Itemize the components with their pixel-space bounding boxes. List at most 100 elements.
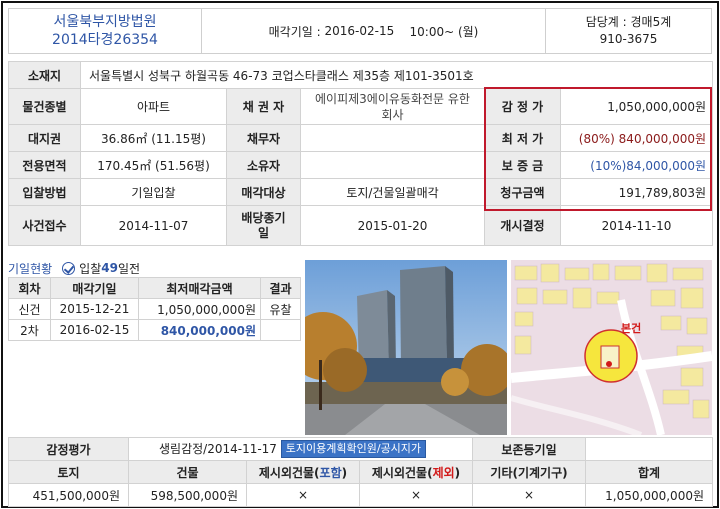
appraisal-agency-label: 감정평가 xyxy=(8,437,129,461)
history-date: 2016-02-15 xyxy=(50,319,139,341)
map-image: 본건 xyxy=(511,260,712,435)
location-map[interactable]: 본건 xyxy=(511,260,712,435)
building-header: 건물 xyxy=(128,460,247,484)
history-header-round: 회차 xyxy=(8,277,51,299)
sale-time: 10:00~ (월) xyxy=(409,24,479,39)
history-header-price: 최저매각금액 xyxy=(138,277,261,299)
min-price-percent: (80%) xyxy=(578,131,615,146)
land-label: 대지권 xyxy=(8,124,81,152)
type-value: 아파트 xyxy=(80,88,227,125)
building-photo-image xyxy=(305,260,507,435)
ext-exc-post: ) xyxy=(454,465,461,480)
check-circle-icon xyxy=(62,261,76,275)
deposit-label: 보 증 금 xyxy=(484,151,561,179)
dividend-value: 2015-01-20 xyxy=(300,205,485,246)
creditor-label: 채 권 자 xyxy=(226,88,301,125)
map-marker-label: 본건 xyxy=(621,321,641,335)
creditor-value: 에이피제3에이유동화전문 유한 회사 xyxy=(300,88,485,125)
claim-value: 191,789,803원 xyxy=(559,178,714,206)
history-result xyxy=(260,319,301,341)
table-row: 신건 2015-12-21 1,050,000,000원 유찰 xyxy=(8,298,301,320)
ext-inc-post: ) xyxy=(341,465,348,480)
ext-exc-pre: 제시외건물( xyxy=(371,465,433,480)
ext-inc-pre: 제시외건물( xyxy=(258,465,320,480)
deposit-value: (10%)84,000,000원 xyxy=(559,151,714,179)
debtor-label: 채무자 xyxy=(226,124,301,152)
sale-date-cell: 매각기일 : 2016-02-15 10:00~ (월) xyxy=(202,9,546,53)
debtor-value xyxy=(300,124,485,152)
other-header: 기타(기계기구) xyxy=(472,460,587,484)
history-round: 2차 xyxy=(8,319,51,341)
court-info: 서울북부지방법원 2014타경26354 xyxy=(9,9,202,53)
property-info-table: 소재지 서울특별시 성북구 하월곡동 46-73 코업스타클래스 제35층 제1… xyxy=(8,61,714,246)
history-price: 1,050,000,000원 xyxy=(138,298,261,320)
case-number: 2014타경26354 xyxy=(52,32,158,48)
days-suffix: 일전 xyxy=(117,261,141,276)
area-value: 170.45㎡ (51.56평) xyxy=(80,151,227,179)
history-result: 유찰 xyxy=(260,298,301,320)
land-value-cell: 451,500,000원 xyxy=(8,483,129,507)
address-label: 소재지 xyxy=(8,61,81,89)
history-date: 2015-12-21 xyxy=(50,298,139,320)
min-price-label: 최 저 가 xyxy=(484,124,561,152)
property-photo[interactable] xyxy=(305,260,507,435)
appraisal-value: 1,050,000,000원 xyxy=(559,88,714,125)
target-label: 매각대상 xyxy=(226,178,301,206)
start-value: 2014-11-10 xyxy=(559,205,714,246)
appraisal-agency-cell: 생림감정/2014-11-17 토지이용계획확인원/공시지가 xyxy=(127,437,474,461)
land-value: 36.86㎡ (11.15평) xyxy=(80,124,227,152)
history-price: 840,000,000원 xyxy=(138,319,261,341)
dept-name: 담당계 : 경매5계 xyxy=(585,15,672,29)
target-value: 토지/건물일괄매각 xyxy=(300,178,485,206)
appraisal-label: 감 정 가 xyxy=(484,88,561,125)
other-value: × xyxy=(472,483,587,507)
ext-inc-mid: 포함 xyxy=(319,465,342,480)
land-use-plan-button[interactable]: 토지이용계획확인원/공시지가 xyxy=(280,440,427,459)
extra-excluded-value: × xyxy=(358,483,474,507)
owner-label: 소유자 xyxy=(226,151,301,179)
ext-exc-mid: 제외 xyxy=(432,465,455,480)
history-header-result: 결과 xyxy=(260,277,301,299)
dividend-label: 배당종기 일 xyxy=(226,205,301,246)
min-price-amount: 840,000,000원 xyxy=(618,131,707,146)
dividend-label-2: 일 xyxy=(257,225,270,240)
creditor-line-2: 회사 xyxy=(381,107,404,122)
preservation-value xyxy=(585,437,714,461)
claim-label: 청구금액 xyxy=(484,178,561,206)
table-row: 2차 2016-02-15 840,000,000원 xyxy=(8,319,301,341)
land-header: 토지 xyxy=(8,460,129,484)
filed-value: 2014-11-07 xyxy=(80,205,227,246)
court-name: 서울북부지방법원 xyxy=(53,14,157,30)
dividend-label-1: 배당종기 xyxy=(241,210,286,225)
extra-included-value: × xyxy=(246,483,360,507)
auction-status: 기일현황 입찰 49 일전 xyxy=(8,259,298,277)
creditor-line-1: 에이피제3에이유동화전문 유한 xyxy=(315,91,470,106)
address-value: 서울특별시 성북구 하월곡동 46-73 코업스타클래스 제35층 제101-3… xyxy=(79,61,714,89)
building-value-cell: 598,500,000원 xyxy=(128,483,247,507)
case-header: 서울북부지방법원 2014타경26354 매각기일 : 2016-02-15 1… xyxy=(8,8,712,54)
preservation-label: 보존등기일 xyxy=(472,437,587,461)
method-value: 기일입찰 xyxy=(80,178,227,206)
appraiser-value: 생림감정/2014-11-17 xyxy=(159,441,277,456)
days-prefix: 입찰 xyxy=(79,261,102,276)
sale-history-table: 회차 매각기일 최저매각금액 결과 신건 2015-12-21 1,050,00… xyxy=(8,277,301,341)
total-value: 1,050,000,000원 xyxy=(585,483,714,507)
extra-building-included-header: 제시외건물(포함) xyxy=(246,460,360,484)
history-header-date: 매각기일 xyxy=(50,277,139,299)
type-label: 물건종별 xyxy=(8,88,81,125)
method-label: 입찰방법 xyxy=(8,178,81,206)
start-label: 개시결정 xyxy=(484,205,561,246)
appraisal-breakdown-table: 감정평가 생림감정/2014-11-17 토지이용계획확인원/공시지가 보존등기… xyxy=(8,437,714,507)
schedule-link[interactable]: 기일현황 xyxy=(8,260,52,277)
sale-date: 2016-02-15 xyxy=(324,24,395,38)
area-label: 전용면적 xyxy=(8,151,81,179)
history-round: 신건 xyxy=(8,298,51,320)
owner-value xyxy=(300,151,485,179)
days-count: 49 xyxy=(101,261,118,275)
sale-date-label: 매각기일 : xyxy=(268,24,321,39)
dept-info: 담당계 : 경매5계 910-3675 xyxy=(546,9,711,53)
extra-building-excluded-header: 제시외건물(제외) xyxy=(358,460,474,484)
dept-phone: 910-3675 xyxy=(599,32,658,46)
total-header: 합계 xyxy=(585,460,714,484)
filed-label: 사건접수 xyxy=(8,205,81,246)
